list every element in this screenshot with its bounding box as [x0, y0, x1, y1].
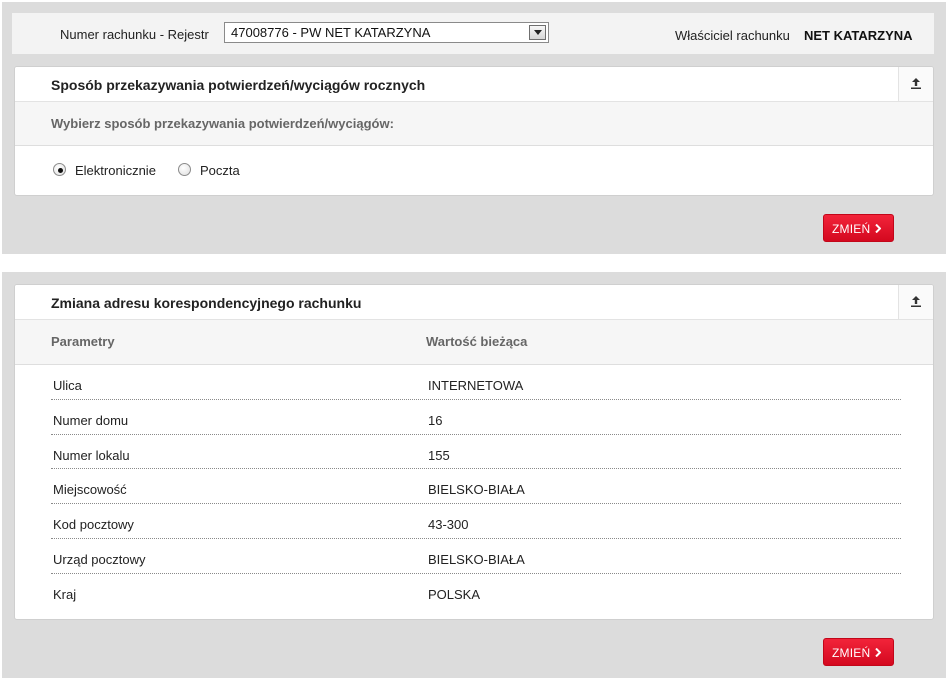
- radio-circle[interactable]: [53, 163, 66, 176]
- value-street: INTERNETOWA: [428, 378, 524, 393]
- table-row: Miejscowość BIELSKO-BIAŁA: [51, 469, 901, 505]
- param-country: Kraj: [53, 586, 77, 602]
- value-apartment-number: 155: [428, 447, 450, 463]
- table-row: Kraj POLSKA: [51, 574, 901, 609]
- account-label: Numer rachunku - Rejestr: [60, 27, 209, 42]
- table-row: Urząd pocztowy BIELSKO-BIAŁA: [51, 539, 901, 574]
- owner-value: NET KATARZYNA: [804, 28, 913, 43]
- owner-label: Właściciel rachunku: [675, 28, 790, 43]
- delivery-panel-header: Sposób przekazywania potwierdzeń/wyciągó…: [15, 67, 933, 102]
- column-header-params: Parametry: [51, 334, 115, 349]
- radio-post-label[interactable]: Poczta: [200, 163, 240, 178]
- value-postal-code: 43-300: [428, 517, 469, 533]
- delivery-panel: Sposób przekazywania potwierdzeń/wyciągó…: [14, 66, 934, 196]
- change-button-label: ZMIEŃ: [832, 646, 871, 660]
- table-row: Numer domu 16: [51, 400, 901, 435]
- param-city: Miejscowość: [53, 482, 127, 498]
- table-row: Kod pocztowy 43-300: [51, 504, 901, 539]
- delivery-section: Numer rachunku - Rejestr 47008776 - PW N…: [2, 2, 946, 254]
- account-bar: Numer rachunku - Rejestr 47008776 - PW N…: [12, 13, 934, 54]
- delivery-panel-title: Sposób przekazywania potwierdzeń/wyciągó…: [51, 77, 426, 93]
- address-table-header: Parametry Wartość bieżąca: [15, 320, 933, 365]
- table-row: Numer lokalu 155: [51, 435, 901, 470]
- collapse-up-icon: [911, 296, 921, 307]
- radio-dot: [58, 168, 63, 173]
- radio-electronic-label[interactable]: Elektronicznie: [75, 163, 156, 178]
- account-select-value: 47008776 - PW NET KATARZYNA: [231, 25, 431, 40]
- radio-circle[interactable]: [178, 163, 191, 176]
- param-house-number: Numer domu: [53, 412, 129, 428]
- address-panel-title: Zmiana adresu korespondencyjnego rachunk…: [51, 295, 362, 311]
- delivery-collapse-button[interactable]: [898, 67, 933, 101]
- delivery-subtitle: Wybierz sposób przekazywania potwierdzeń…: [51, 116, 394, 131]
- chevron-right-icon: [875, 648, 881, 657]
- address-collapse-button[interactable]: [898, 285, 933, 319]
- address-panel: Zmiana adresu korespondencyjnego rachunk…: [14, 284, 934, 620]
- change-button-label: ZMIEŃ: [832, 222, 871, 236]
- param-postal-code: Kod pocztowy: [53, 517, 134, 533]
- param-post-office: Urząd pocztowy: [53, 551, 146, 567]
- address-section: Zmiana adresu korespondencyjnego rachunk…: [2, 272, 946, 678]
- column-header-value: Wartość bieżąca: [426, 334, 528, 349]
- dropdown-arrow-icon[interactable]: [529, 25, 546, 40]
- param-apartment-number: Numer lokalu: [53, 447, 130, 463]
- value-city: BIELSKO-BIAŁA: [428, 482, 525, 498]
- param-street: Ulica: [53, 378, 82, 393]
- value-post-office: BIELSKO-BIAŁA: [428, 551, 525, 567]
- table-row: Ulica INTERNETOWA: [51, 365, 901, 400]
- change-address-button[interactable]: ZMIEŃ: [823, 638, 894, 666]
- account-select[interactable]: 47008776 - PW NET KATARZYNA: [224, 22, 549, 43]
- value-country: POLSKA: [428, 586, 481, 602]
- collapse-up-icon: [911, 78, 921, 89]
- delivery-subheader: Wybierz sposób przekazywania potwierdzeń…: [15, 102, 933, 146]
- value-house-number: 16: [428, 412, 443, 428]
- change-delivery-button[interactable]: ZMIEŃ: [823, 214, 894, 242]
- address-table: Ulica INTERNETOWA Numer domu 16 Numer lo…: [51, 365, 901, 609]
- chevron-right-icon: [875, 224, 881, 233]
- address-panel-header: Zmiana adresu korespondencyjnego rachunk…: [15, 285, 933, 320]
